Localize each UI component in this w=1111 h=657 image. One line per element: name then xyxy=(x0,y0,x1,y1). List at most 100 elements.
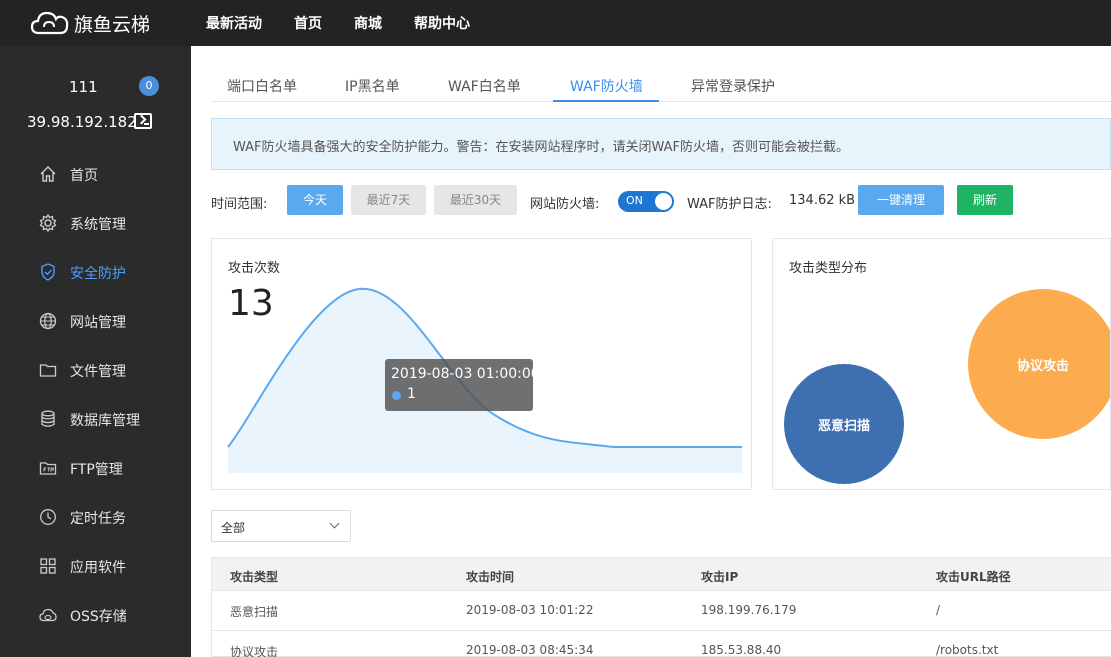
range-today-button[interactable]: 今天 xyxy=(287,185,343,215)
cell-ip: 185.53.88.40 xyxy=(701,643,782,657)
notification-badge[interactable]: 0 xyxy=(139,76,159,96)
range-30days-button[interactable]: 最近30天 xyxy=(434,185,517,215)
chart-tooltip: 2019-08-03 01:00:00 1 xyxy=(385,359,540,411)
bubble-malicious-scan[interactable]: 恶意扫描 xyxy=(784,364,904,484)
cell-type: 恶意扫描 xyxy=(230,605,279,619)
cell-url: /robots.txt xyxy=(936,643,999,657)
nav-latest-activity[interactable]: 最新活动 xyxy=(206,13,262,33)
warning-alert: WAF防火墙具备强大的安全防护能力。警告：在安装网站程序时，请关闭WAF防火墙，… xyxy=(211,118,1111,170)
sidebar-item-apps[interactable]: 应用软件 xyxy=(0,546,191,586)
column-header-time: 攻击时间 xyxy=(466,570,515,584)
sidebar-item-files[interactable]: 文件管理 xyxy=(0,350,191,390)
tab-waf-whitelist[interactable]: WAF白名单 xyxy=(448,76,521,96)
time-range-label: 时间范围: xyxy=(211,197,268,212)
toggle-text: ON xyxy=(626,194,643,207)
column-header-type: 攻击类型 xyxy=(230,570,279,584)
attack-log-table: 攻击类型 攻击时间 攻击IP 攻击URL路径 恶意扫描 2019-08-03 1… xyxy=(211,557,1111,657)
globe-icon xyxy=(39,312,57,330)
sidebar-item-system[interactable]: 系统管理 xyxy=(0,203,191,243)
folder-icon xyxy=(39,364,57,377)
controls-bar: 时间范围: 今天 最近7天 最近30天 网站防火墙: ON WAF防护日志: 1… xyxy=(211,185,1111,217)
sidebar-item-label: 系统管理 xyxy=(70,217,126,233)
nav-help-center[interactable]: 帮助中心 xyxy=(414,13,470,33)
column-header-ip: 攻击IP xyxy=(701,570,739,584)
brand-name: 旗鱼云梯 xyxy=(74,13,151,36)
toggle-knob xyxy=(655,193,672,210)
user-name: 111 xyxy=(69,78,98,96)
waf-log-size: 134.62 kB xyxy=(789,193,856,208)
table-row[interactable]: 协议攻击 2019-08-03 08:45:34 185.53.88.40 /r… xyxy=(212,631,1111,657)
bubble-label: 协议攻击 xyxy=(1016,358,1069,374)
apps-grid-icon xyxy=(40,558,56,574)
attack-count-title: 攻击次数 xyxy=(228,261,281,276)
active-tab-indicator xyxy=(553,100,659,102)
server-ip-row: 39.98.192.182 xyxy=(0,112,191,134)
sidebar-item-label: 网站管理 xyxy=(70,315,126,331)
nav-store[interactable]: 商城 xyxy=(354,13,382,33)
sidebar-item-label: 定时任务 xyxy=(70,511,126,527)
cell-time: 2019-08-03 10:01:22 xyxy=(466,603,594,617)
cell-url: / xyxy=(936,603,941,617)
table-row[interactable]: 恶意扫描 2019-08-03 10:01:22 198.199.76.179 … xyxy=(212,591,1111,631)
terminal-icon[interactable] xyxy=(134,113,152,129)
firewall-label: 网站防火墙: xyxy=(530,197,600,212)
ftp-folder-icon xyxy=(39,462,57,475)
brand-logo[interactable]: 旗鱼云梯 xyxy=(30,4,150,42)
sidebar: 111 0 39.98.192.182 首页 系统管理 安全防护 网站管理 文件… xyxy=(0,46,191,657)
shield-icon xyxy=(41,263,55,281)
clear-logs-button[interactable]: 一键清理 xyxy=(858,185,944,215)
sidebar-item-ftp[interactable]: FTP管理 xyxy=(0,448,191,488)
sidebar-item-label: 首页 xyxy=(70,168,98,184)
sidebar-item-home[interactable]: 首页 xyxy=(0,154,191,194)
tooltip-time: 2019-08-03 01:00:00 xyxy=(391,366,540,382)
server-ip: 39.98.192.182 xyxy=(27,113,137,131)
home-icon xyxy=(40,166,56,182)
tab-abnormal-login[interactable]: 异常登录保护 xyxy=(691,76,775,96)
cell-type: 协议攻击 xyxy=(230,645,279,657)
sidebar-item-oss[interactable]: OSS存储 xyxy=(0,595,191,635)
gear-icon xyxy=(39,213,57,233)
sidebar-item-label: 应用软件 xyxy=(70,560,126,576)
top-bar: 旗鱼云梯 最新活动 首页 商城 帮助中心 xyxy=(0,0,1111,46)
main-content: 端口白名单 IP黑名单 WAF白名单 WAF防火墙 异常登录保护 WAF防火墙具… xyxy=(191,46,1111,657)
sidebar-item-label: 文件管理 xyxy=(70,364,126,380)
sidebar-item-website[interactable]: 网站管理 xyxy=(0,301,191,341)
column-header-url: 攻击URL路径 xyxy=(936,570,1011,584)
refresh-button[interactable]: 刷新 xyxy=(957,185,1013,215)
tab-ip-blacklist[interactable]: IP黑名单 xyxy=(345,76,400,96)
alert-text: WAF防火墙具备强大的安全防护能力。警告：在安装网站程序时，请关闭WAF防火墙，… xyxy=(233,140,850,155)
tab-port-whitelist[interactable]: 端口白名单 xyxy=(227,76,297,96)
table-header: 攻击类型 攻击时间 攻击IP 攻击URL路径 xyxy=(212,558,1111,591)
select-value: 全部 xyxy=(221,521,246,535)
tab-bar: 端口白名单 IP黑名单 WAF白名单 WAF防火墙 异常登录保护 xyxy=(211,66,1111,102)
sidebar-item-label: 数据库管理 xyxy=(70,413,140,429)
nav-home[interactable]: 首页 xyxy=(294,13,322,33)
sidebar-item-cron[interactable]: 定时任务 xyxy=(0,497,191,537)
sidebar-item-database[interactable]: 数据库管理 xyxy=(0,399,191,439)
sidebar-item-label: FTP管理 xyxy=(70,462,123,478)
tab-waf-firewall[interactable]: WAF防火墙 xyxy=(570,76,643,96)
top-nav: 最新活动 首页 商城 帮助中心 xyxy=(206,0,502,46)
attack-count-value: 13 xyxy=(228,283,274,324)
waf-log-label: WAF防护日志: xyxy=(687,197,772,212)
tooltip-series-dot xyxy=(392,391,401,400)
sidebar-item-security[interactable]: 安全防护 xyxy=(0,252,191,292)
sidebar-item-label: OSS存储 xyxy=(70,609,127,625)
attack-type-title: 攻击类型分布 xyxy=(789,261,868,276)
cell-ip: 198.199.76.179 xyxy=(701,603,797,617)
bubble-label: 恶意扫描 xyxy=(817,418,870,434)
database-icon xyxy=(41,410,55,427)
attack-count-panel: 攻击次数 13 2019-08-03 01:00:00 1 xyxy=(211,238,752,490)
cloud-logo-icon xyxy=(30,11,69,35)
attack-type-panel: 攻击类型分布 恶意扫描 协议攻击 xyxy=(772,238,1111,490)
firewall-toggle[interactable]: ON xyxy=(618,191,674,212)
cloud-storage-icon xyxy=(39,608,57,622)
cell-time: 2019-08-03 08:45:34 xyxy=(466,643,594,657)
range-7days-button[interactable]: 最近7天 xyxy=(351,185,426,215)
chevron-down-icon xyxy=(329,518,340,529)
bubble-protocol-attack[interactable]: 协议攻击 xyxy=(968,289,1110,439)
user-row: 111 0 xyxy=(0,76,191,98)
tooltip-value: 1 xyxy=(407,386,416,402)
sidebar-item-label: 安全防护 xyxy=(70,266,126,282)
attack-type-filter-select[interactable]: 全部 xyxy=(211,510,351,542)
